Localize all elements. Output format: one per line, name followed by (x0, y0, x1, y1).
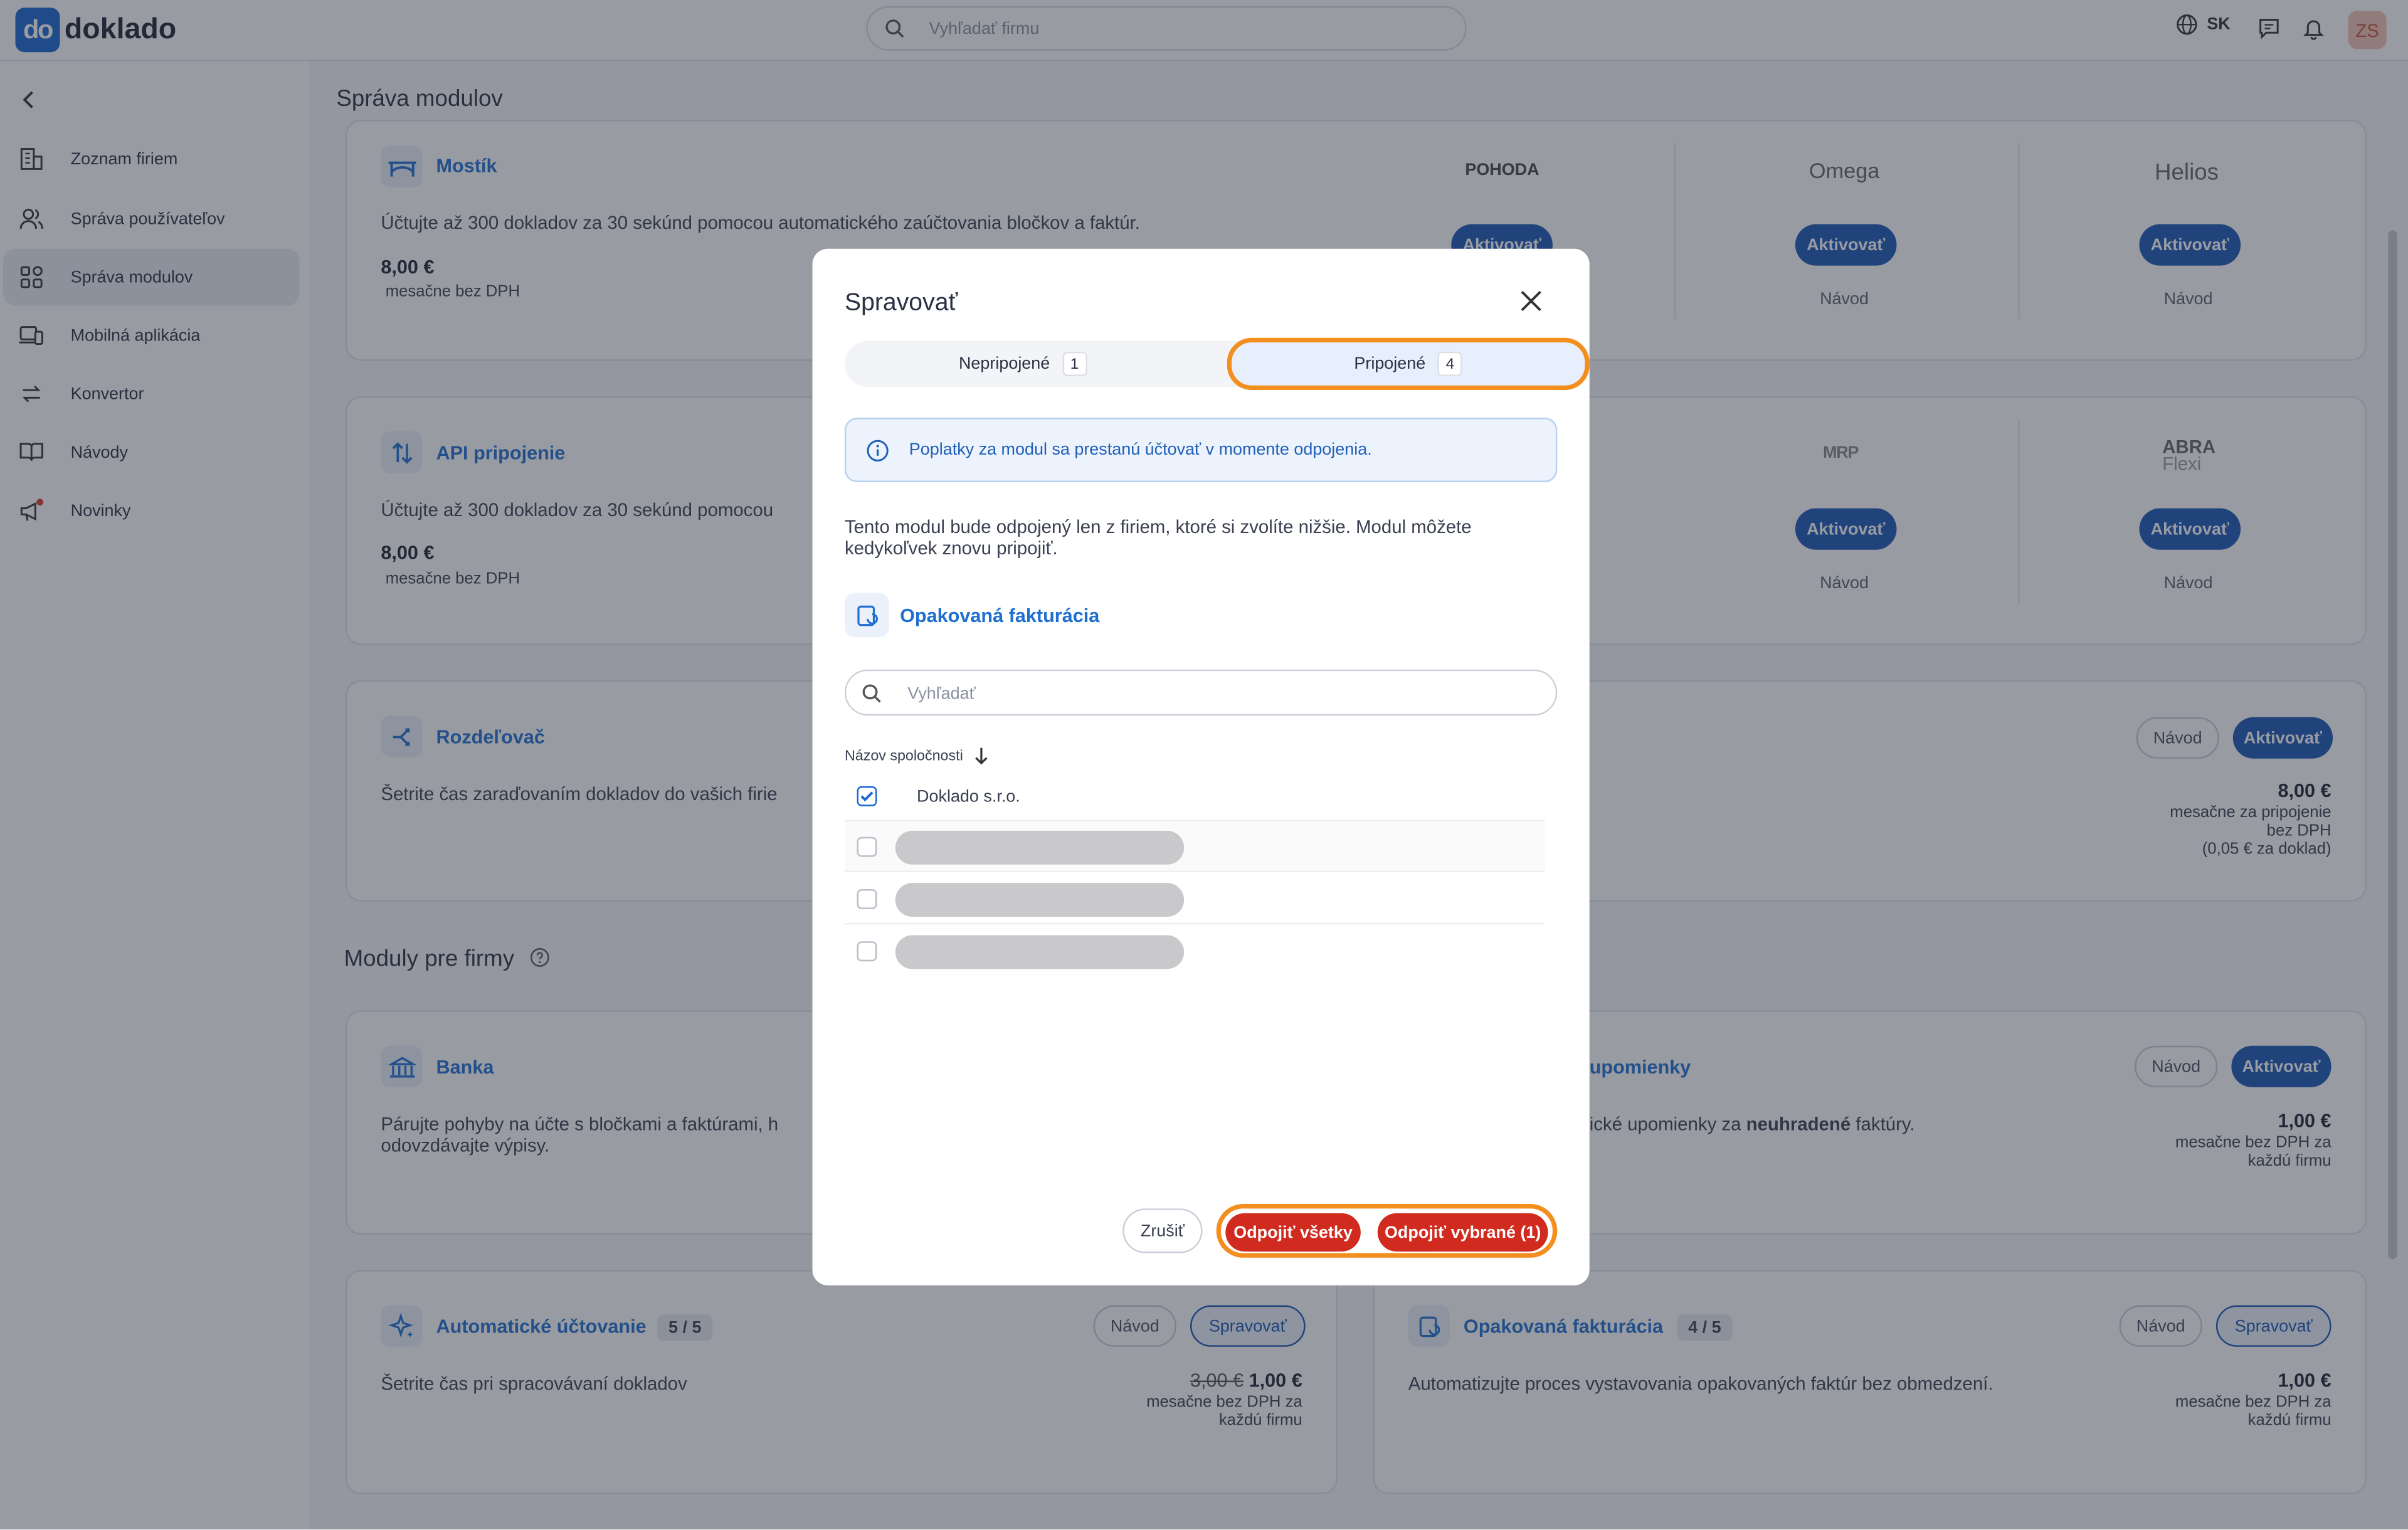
manage-module-dialog: Spravovať Nepripojené 1 Pripojené 4 Popl… (812, 248, 1590, 1285)
tab-count: 4 (1437, 351, 1463, 377)
dialog-tabs: Nepripojené 1 Pripojené 4 (844, 337, 1590, 391)
row-checkbox[interactable] (857, 889, 877, 909)
tab-label: Pripojené (1354, 354, 1426, 374)
search-icon (862, 684, 881, 703)
module-name: Opakovaná fakturácia (900, 604, 1100, 627)
search-placeholder: Vyhľadať (907, 685, 976, 704)
cancel-button[interactable]: Zrušiť (1122, 1208, 1203, 1253)
info-banner: Poplatky za modul sa prestanú účtovať v … (844, 418, 1558, 482)
loading-placeholder (895, 830, 1185, 865)
company-filter-input[interactable]: Vyhľadať (844, 669, 1558, 716)
info-text: Poplatky za modul sa prestanú účtovať v … (909, 440, 1372, 460)
loading-placeholder (895, 935, 1185, 969)
table-row[interactable]: Doklado s.r.o. (844, 771, 1545, 822)
app-root: do doklado Vyhľadať firmu SK ZS Zoznam f… (0, 0, 2408, 1530)
tab-not-connected[interactable]: Nepripojené 1 (845, 341, 1201, 387)
dialog-title: Spravovať (844, 290, 958, 317)
tab-connected[interactable]: Pripojené 4 (1227, 337, 1590, 391)
tab-label: Nepripojené (958, 354, 1050, 374)
recurring-invoice-icon (844, 593, 889, 638)
table-row[interactable] (844, 821, 1545, 873)
disconnect-all-button[interactable]: Odpojiť všetky (1225, 1213, 1361, 1252)
disconnect-button-group: Odpojiť všetky Odpojiť vybrané (1) (1216, 1204, 1558, 1258)
loading-placeholder (895, 883, 1185, 917)
row-checkbox[interactable] (857, 786, 877, 806)
info-icon (867, 440, 889, 462)
table-row[interactable] (845, 926, 1545, 977)
column-header-company-name[interactable]: Názov spoločnosti (844, 746, 989, 765)
tab-count: 1 (1062, 351, 1087, 377)
row-checkbox[interactable] (857, 836, 877, 857)
close-icon[interactable] (1521, 290, 1542, 312)
disconnect-selected-button[interactable]: Odpojiť vybrané (1) (1377, 1213, 1548, 1252)
table-row[interactable] (844, 873, 1545, 925)
dialog-description: Tento modul bude odpojený len z firiem, … (844, 515, 1472, 559)
sort-arrow-down-icon (975, 747, 988, 765)
column-header-label: Názov spoločnosti (844, 747, 963, 764)
row-checkbox[interactable] (857, 941, 877, 962)
checkmark-icon (860, 791, 874, 802)
company-name: Doklado s.r.o. (917, 788, 1020, 806)
